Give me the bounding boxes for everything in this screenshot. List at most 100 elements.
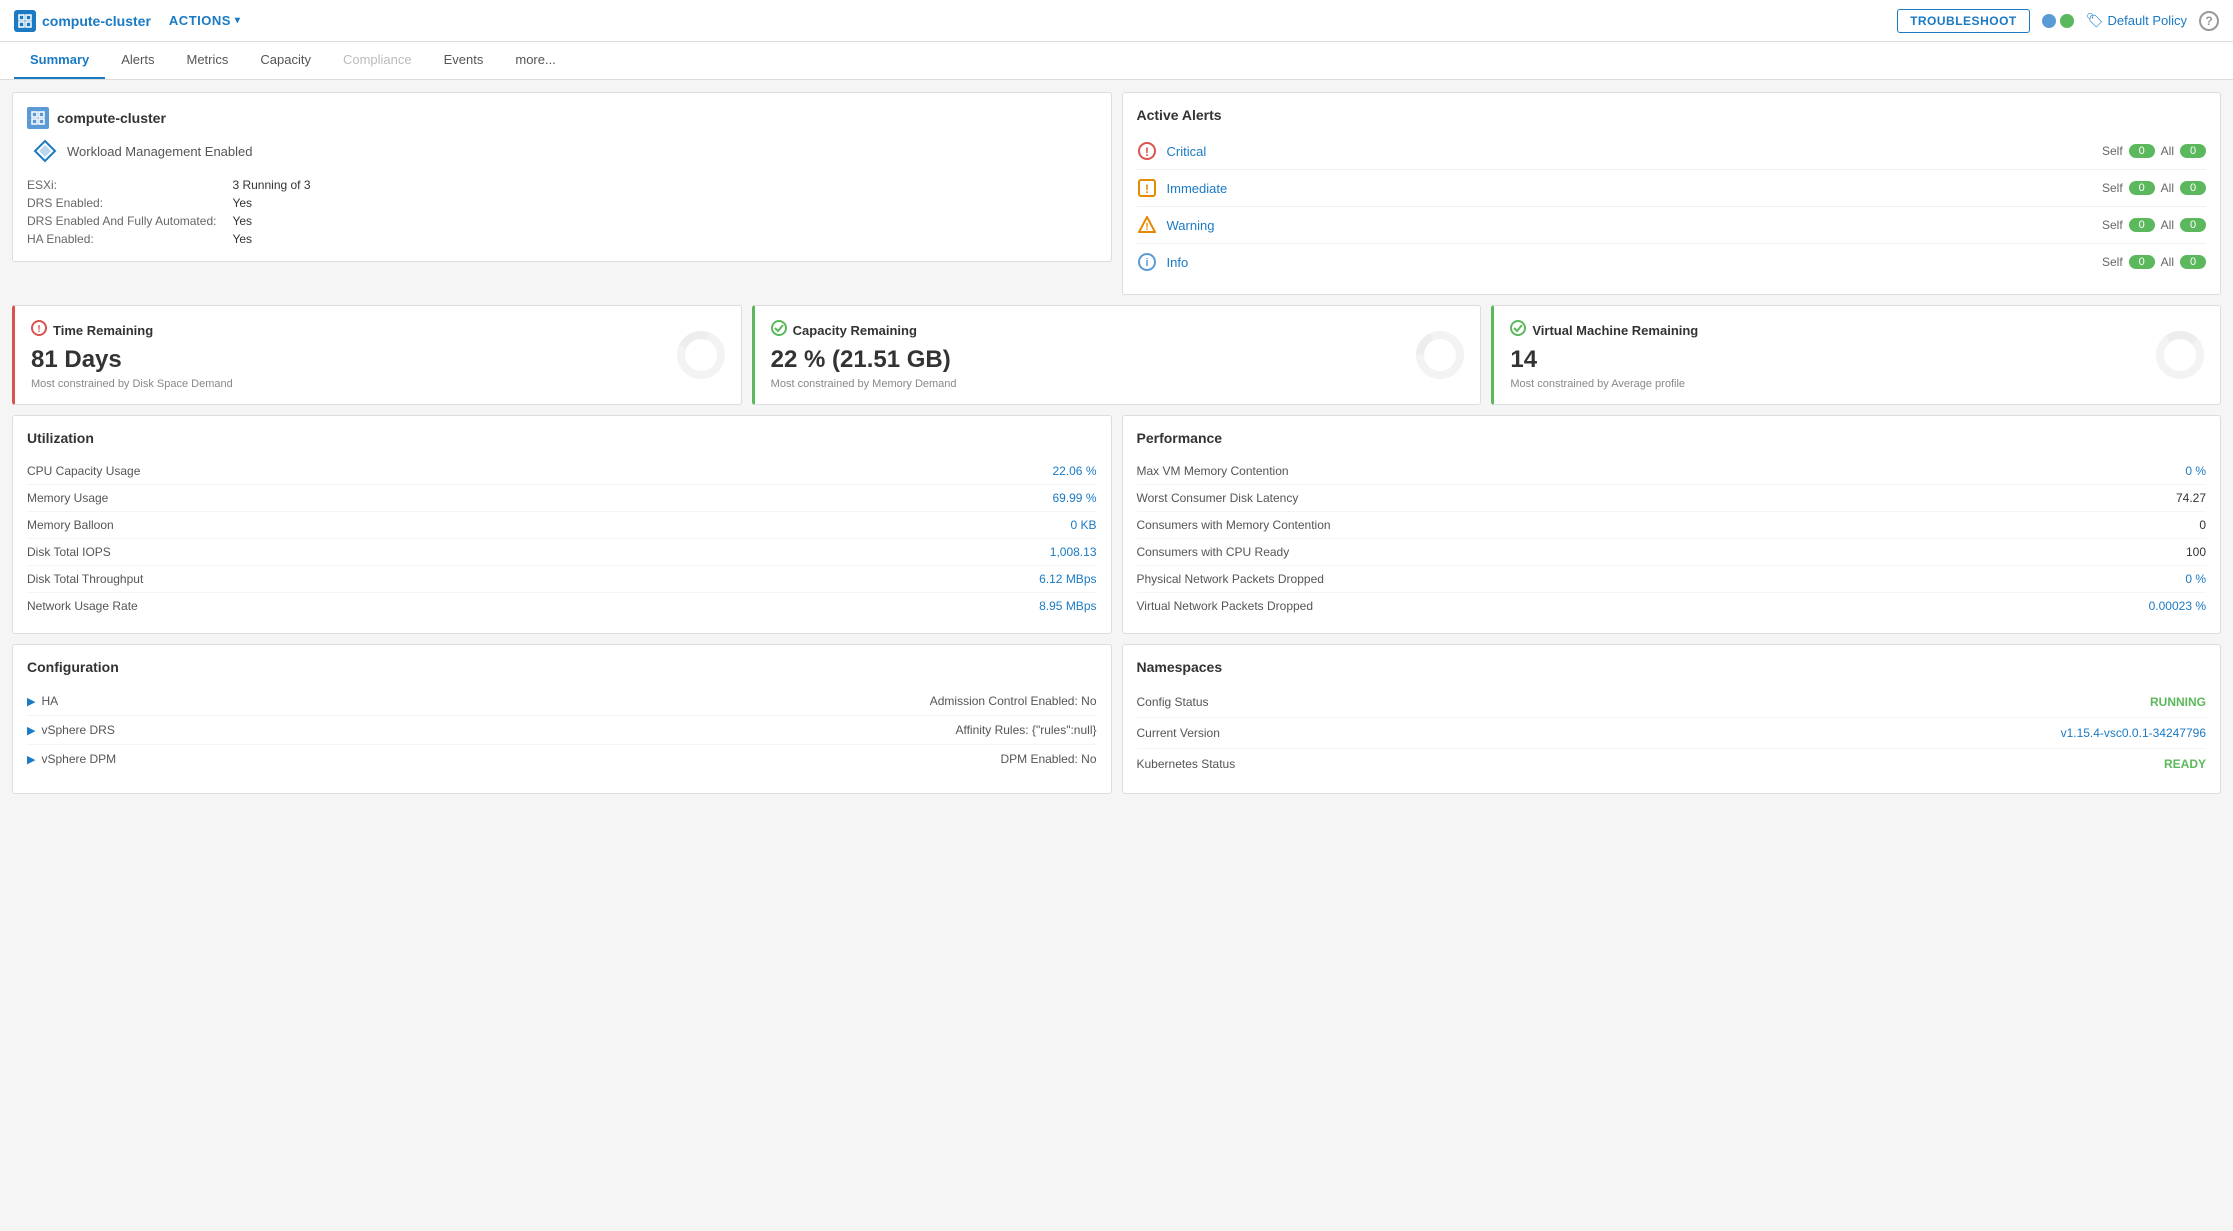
critical-link[interactable]: Critical [1167, 144, 2102, 159]
status-dot-green [2060, 14, 2074, 28]
esxi-value: 3 Running of 3 [232, 177, 1096, 193]
top-bar-right: TROUBLESHOOT 🏷 Default Policy ? [1897, 9, 2219, 33]
cluster-info-card: compute-cluster Workload Management Enab… [12, 92, 1112, 262]
info-alerts-row: compute-cluster Workload Management Enab… [12, 92, 2221, 295]
tab-more[interactable]: more... [499, 42, 571, 79]
perf-row-virt-net: Virtual Network Packets Dropped 0.00023 … [1137, 593, 2207, 619]
tab-capacity[interactable]: Capacity [244, 42, 327, 79]
app-logo: compute-cluster [14, 10, 151, 32]
performance-title: Performance [1137, 430, 2207, 446]
config-drs-left[interactable]: ▶ vSphere DRS [27, 723, 115, 737]
main-content: compute-cluster Workload Management Enab… [0, 80, 2233, 806]
config-ha-right: Admission Control Enabled: No [930, 694, 1097, 708]
alert-row-immediate: ! Immediate Self 0 All 0 [1137, 170, 2207, 207]
perf-row-mem-contention: Max VM Memory Contention 0 % [1137, 458, 2207, 485]
ns-k8s-status: Kubernetes Status READY [1137, 749, 2207, 779]
active-alerts-section: Active Alerts ! Critical Self 0 All 0 [1122, 92, 2222, 295]
config-ha-left[interactable]: ▶ HA [27, 694, 58, 708]
alert-row-info: i Info Self 0 All 0 [1137, 244, 2207, 280]
critical-self-count: 0 [2129, 144, 2155, 158]
status-dot-blue [2042, 14, 2056, 28]
top-bar: compute-cluster ACTIONS ▾ TROUBLESHOOT 🏷… [0, 0, 2233, 42]
alert-row-warning: ! Warning Self 0 All 0 [1137, 207, 2207, 244]
tab-metrics[interactable]: Metrics [170, 42, 244, 79]
vm-remaining-chart [2154, 329, 2206, 381]
cluster-info-grid: ESXi: 3 Running of 3 DRS Enabled: Yes DR… [27, 177, 1097, 247]
time-remaining-title: Time Remaining [53, 323, 153, 338]
workload-label: Workload Management Enabled [67, 144, 253, 159]
perf-row-consumers-cpu: Consumers with CPU Ready 100 [1137, 539, 2207, 566]
time-remaining-header: ! Time Remaining [31, 320, 727, 340]
svg-text:!: ! [37, 324, 40, 335]
policy-link[interactable]: 🏷 Default Policy [2086, 12, 2187, 29]
help-icon[interactable]: ? [2199, 11, 2219, 31]
ha-enabled-value: Yes [232, 231, 1096, 247]
ns-current-version-value: v1.15.4-vsc0.0.1-34247796 [2061, 726, 2206, 740]
immediate-icon: ! [1137, 178, 1157, 198]
svg-text:!: ! [1145, 145, 1149, 159]
svg-text:i: i [1145, 257, 1148, 269]
config-dpm-right: DPM Enabled: No [1000, 752, 1096, 766]
status-indicators [2042, 14, 2074, 28]
esxi-label: ESXi: [27, 177, 216, 193]
time-remaining-card: ! Time Remaining 81 Days Most constraine… [12, 305, 742, 405]
vm-remaining-title: Virtual Machine Remaining [1532, 323, 1698, 338]
drs-enabled-label: DRS Enabled: [27, 195, 216, 211]
configuration-card: Configuration ▶ HA Admission Control Ena… [12, 644, 1112, 794]
active-alerts-title: Active Alerts [1137, 107, 2207, 123]
perf-row-consumers-mem: Consumers with Memory Contention 0 [1137, 512, 2207, 539]
tab-events[interactable]: Events [428, 42, 500, 79]
critical-icon: ! [1137, 141, 1157, 161]
util-row-cpu: CPU Capacity Usage 22.06 % [27, 458, 1097, 485]
config-ns-row: Configuration ▶ HA Admission Control Ena… [12, 644, 2221, 794]
config-dpm-left[interactable]: ▶ vSphere DPM [27, 752, 116, 766]
tab-summary[interactable]: Summary [14, 42, 105, 79]
policy-label: Default Policy [2108, 13, 2187, 28]
config-ha: ▶ HA Admission Control Enabled: No [27, 687, 1097, 716]
chevron-down-icon: ▾ [235, 15, 241, 26]
immediate-all-count: 0 [2180, 181, 2206, 195]
ha-enabled-label: HA Enabled: [27, 231, 216, 247]
ns-config-status: Config Status RUNNING [1137, 687, 2207, 718]
capacity-remaining-subtitle: Most constrained by Memory Demand [771, 378, 1467, 390]
info-self-count: 0 [2129, 255, 2155, 269]
capacity-remaining-card: Capacity Remaining 22 % (21.51 GB) Most … [752, 305, 1482, 405]
info-link[interactable]: Info [1167, 255, 2102, 270]
logo-icon [14, 10, 36, 32]
warning-icon: ! [1137, 215, 1157, 235]
time-remaining-subtitle: Most constrained by Disk Space Demand [31, 378, 727, 390]
active-alerts-card: Active Alerts ! Critical Self 0 All 0 [1122, 92, 2222, 295]
drs-auto-label: DRS Enabled And Fully Automated: [27, 213, 216, 229]
config-dpm: ▶ vSphere DPM DPM Enabled: No [27, 745, 1097, 773]
util-row-balloon: Memory Balloon 0 KB [27, 512, 1097, 539]
capacity-remaining-title: Capacity Remaining [793, 323, 917, 338]
critical-all-count: 0 [2180, 144, 2206, 158]
actions-button[interactable]: ACTIONS ▾ [169, 13, 241, 28]
config-drs-right: Affinity Rules: {"rules":null} [955, 723, 1096, 737]
warning-self-count: 0 [2129, 218, 2155, 232]
cluster-name-label: compute-cluster [42, 13, 151, 29]
tab-alerts[interactable]: Alerts [105, 42, 170, 79]
immediate-link[interactable]: Immediate [1167, 181, 2102, 196]
alert-row-critical: ! Critical Self 0 All 0 [1137, 133, 2207, 170]
policy-icon: 🏷 [2086, 12, 2104, 29]
util-row-network: Network Usage Rate 8.95 MBps [27, 593, 1097, 619]
perf-row-disk-latency: Worst Consumer Disk Latency 74.27 [1137, 485, 2207, 512]
config-drs-arrow-icon: ▶ [27, 724, 35, 737]
vm-remaining-icon [1510, 320, 1526, 340]
info-badges: Self 0 All 0 [2102, 255, 2206, 269]
warning-badges: Self 0 All 0 [2102, 218, 2206, 232]
vm-remaining-subtitle: Most constrained by Average profile [1510, 378, 2206, 390]
warning-link[interactable]: Warning [1167, 218, 2102, 233]
config-drs-label: vSphere DRS [41, 723, 114, 737]
drs-auto-value: Yes [232, 213, 1096, 229]
cluster-title: compute-cluster [57, 110, 166, 126]
util-row-throughput: Disk Total Throughput 6.12 MBps [27, 566, 1097, 593]
cluster-header: compute-cluster [27, 107, 1097, 129]
config-ha-label: HA [41, 694, 58, 708]
util-row-mem: Memory Usage 69.99 % [27, 485, 1097, 512]
namespaces-title: Namespaces [1137, 659, 2207, 675]
cluster-info-section: compute-cluster Workload Management Enab… [12, 92, 1112, 295]
troubleshoot-button[interactable]: TROUBLESHOOT [1897, 9, 2030, 33]
time-remaining-icon: ! [31, 320, 47, 340]
